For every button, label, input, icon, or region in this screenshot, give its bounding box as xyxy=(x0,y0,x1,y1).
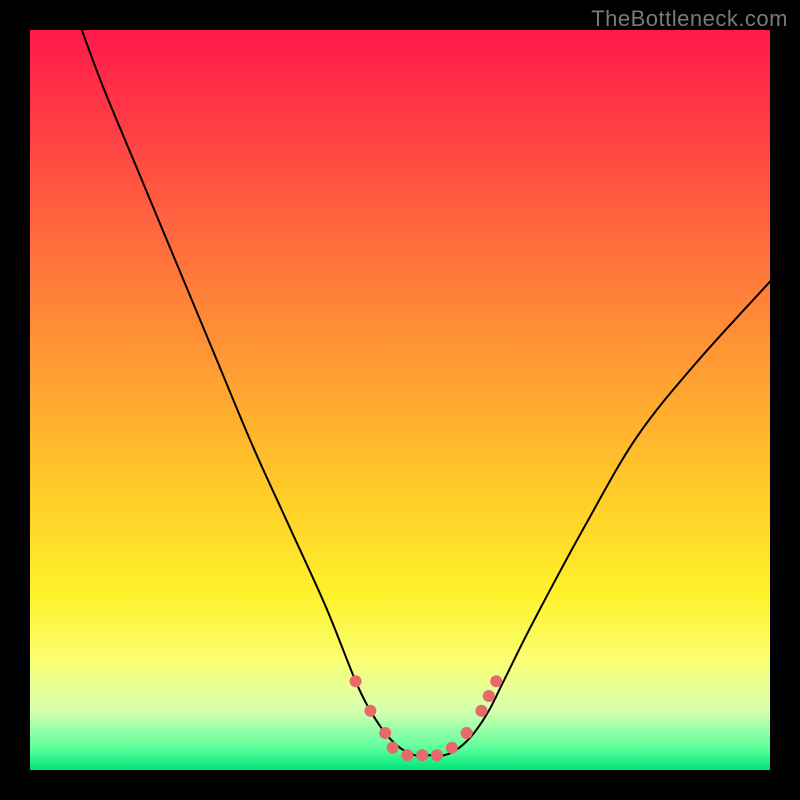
valley-marker xyxy=(401,749,413,761)
curve-svg xyxy=(30,30,770,770)
valley-markers xyxy=(350,675,503,761)
valley-marker xyxy=(483,690,495,702)
watermark-text: TheBottleneck.com xyxy=(591,6,788,32)
bottleneck-curve xyxy=(82,30,770,756)
chart-frame: TheBottleneck.com xyxy=(0,0,800,800)
valley-marker xyxy=(350,675,362,687)
valley-marker xyxy=(416,749,428,761)
valley-marker xyxy=(490,675,502,687)
valley-marker xyxy=(461,727,473,739)
valley-marker xyxy=(446,742,458,754)
valley-marker xyxy=(379,727,391,739)
valley-marker xyxy=(475,705,487,717)
valley-marker xyxy=(431,749,443,761)
plot-area xyxy=(30,30,770,770)
valley-marker xyxy=(387,742,399,754)
valley-marker xyxy=(364,705,376,717)
